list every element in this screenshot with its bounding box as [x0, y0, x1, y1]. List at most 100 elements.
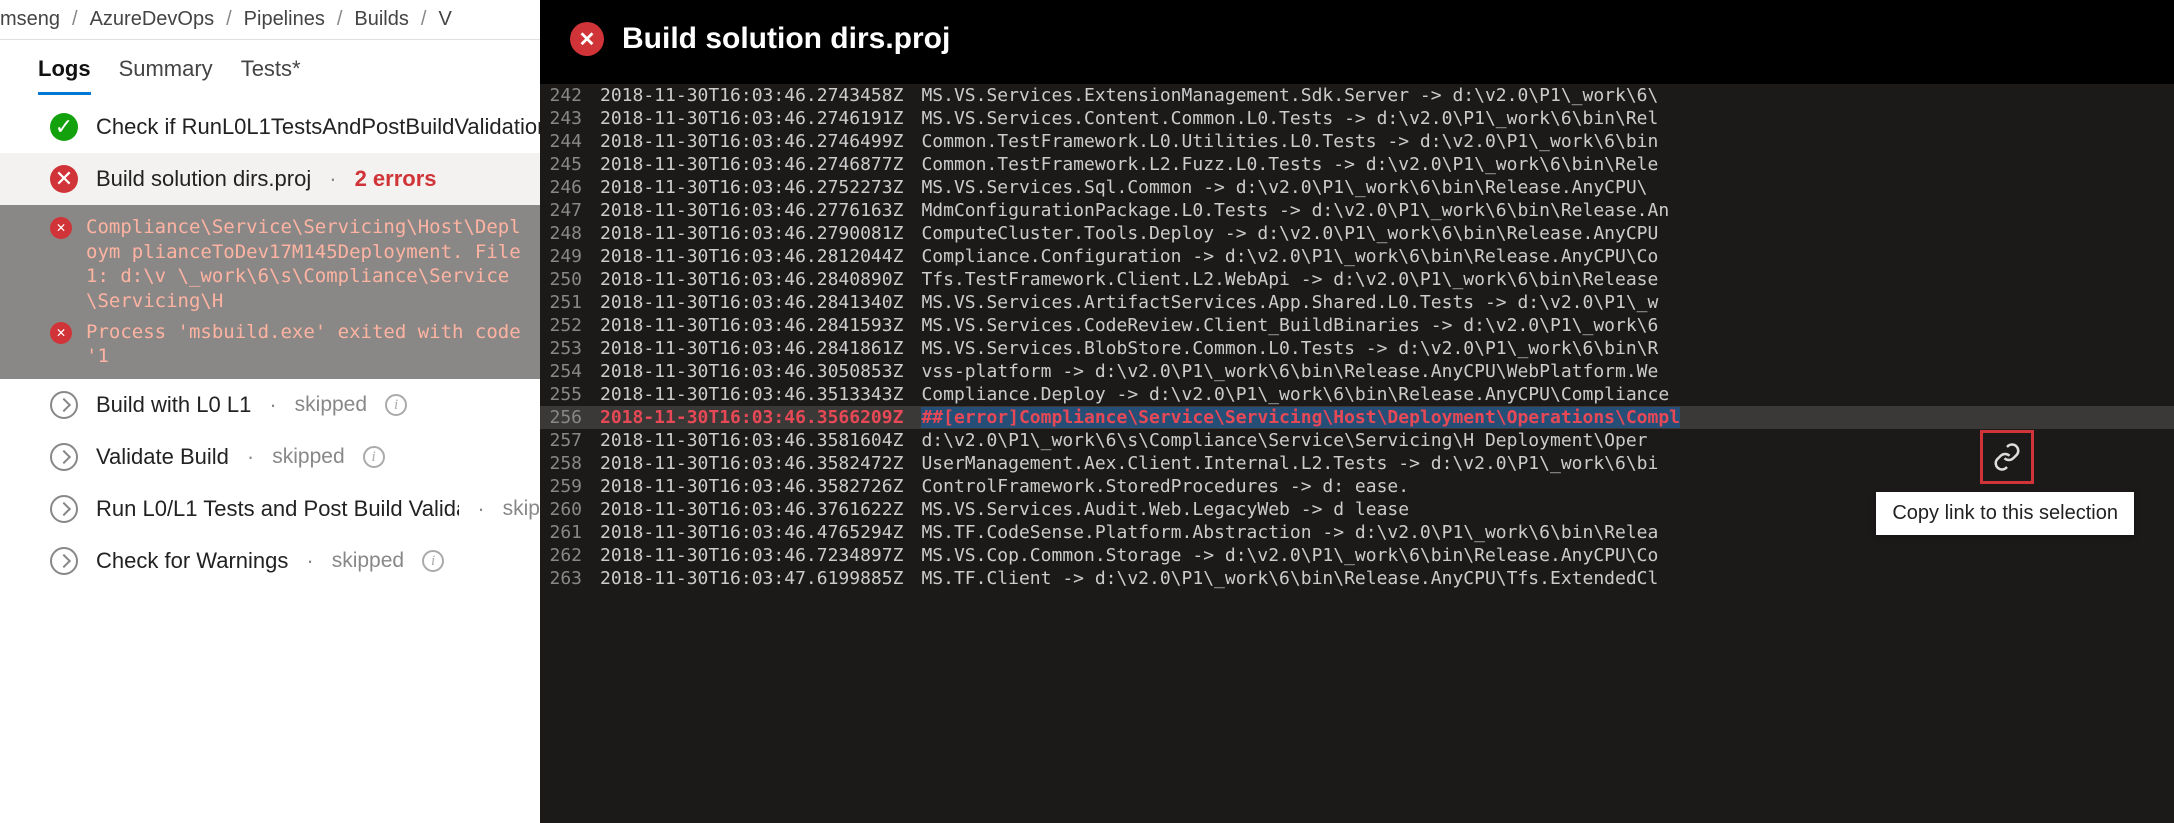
log-line[interactable]: 2582018-11-30T16:03:46.3582472ZUserManag… [540, 452, 2174, 475]
line-number: 248 [540, 222, 600, 245]
timestamp: 2018-11-30T16:03:46.2746191Z [600, 107, 921, 130]
log-line[interactable]: 2542018-11-30T16:03:46.3050853Zvss-platf… [540, 360, 2174, 383]
log-panel: ✕ Build solution dirs.proj 2422018-11-30… [540, 0, 2174, 823]
error-row[interactable]: ✕ Process 'msbuild.exe' exited with code… [50, 320, 532, 369]
error-count: 2 errors [355, 166, 437, 192]
timestamp: 2018-11-30T16:03:46.2841340Z [600, 291, 921, 314]
line-number: 259 [540, 475, 600, 498]
crumb[interactable]: Pipelines [244, 8, 325, 31]
line-number: 249 [540, 245, 600, 268]
log-message: ##[error]Compliance\Service\Servicing\Ho… [921, 406, 1680, 429]
log-line[interactable]: 2522018-11-30T16:03:46.2841593ZMS.VS.Ser… [540, 314, 2174, 337]
step-label: Run L0/L1 Tests and Post Build Validatio… [96, 496, 459, 522]
log-line[interactable]: 2562018-11-30T16:03:46.3566209Z##[error]… [540, 406, 2174, 429]
timestamp: 2018-11-30T16:03:46.3581604Z [600, 429, 921, 452]
step-validate[interactable]: Validate Build · skipped i [0, 431, 540, 483]
line-number: 256 [540, 406, 600, 429]
log-message: Tfs.TestFramework.Client.L2.WebApi -> d:… [921, 268, 1658, 291]
info-icon[interactable]: i [363, 446, 385, 468]
step-label: Check for Warnings [96, 548, 288, 574]
step-build-l0l1[interactable]: Build with L0 L1 · skipped i [0, 379, 540, 431]
chevron-right-icon [50, 443, 78, 471]
timestamp: 2018-11-30T16:03:46.4765294Z [600, 521, 921, 544]
link-icon [1992, 442, 2022, 472]
status-skipped: skipped [272, 445, 344, 469]
log-line[interactable]: 2442018-11-30T16:03:46.2746499ZCommon.Te… [540, 130, 2174, 153]
line-number: 246 [540, 176, 600, 199]
log-line[interactable]: 2482018-11-30T16:03:46.2790081ZComputeCl… [540, 222, 2174, 245]
log-line[interactable]: 2472018-11-30T16:03:46.2776163ZMdmConfig… [540, 199, 2174, 222]
log-message: Common.TestFramework.L2.Fuzz.L0.Tests ->… [921, 153, 1658, 176]
timestamp: 2018-11-30T16:03:46.3582726Z [600, 475, 921, 498]
line-number: 263 [540, 567, 600, 590]
log-line[interactable]: 2502018-11-30T16:03:46.2840890ZTfs.TestF… [540, 268, 2174, 291]
timestamp: 2018-11-30T16:03:46.2746877Z [600, 153, 921, 176]
log-message: MS.VS.Services.Content.Common.L0.Tests -… [921, 107, 1658, 130]
log-line[interactable]: 2532018-11-30T16:03:46.2841861ZMS.VS.Ser… [540, 337, 2174, 360]
step-label: Validate Build [96, 444, 229, 470]
log-line[interactable]: 2422018-11-30T16:03:46.2743458ZMS.VS.Ser… [540, 84, 2174, 107]
crumb[interactable]: Builds [354, 8, 408, 31]
step-check-warnings[interactable]: Check for Warnings · skipped i [0, 535, 540, 587]
line-number: 258 [540, 452, 600, 475]
line-number: 244 [540, 130, 600, 153]
log-message: d:\v2.0\P1\_work\6\s\Compliance\Service\… [921, 429, 1647, 452]
info-icon[interactable]: i [385, 394, 407, 416]
log-message: MS.TF.CodeSense.Platform.Abstraction -> … [921, 521, 1658, 544]
close-icon[interactable]: ✕ [570, 22, 604, 56]
error-text: Compliance\Service\Servicing\Host\Deploy… [86, 215, 532, 314]
tab-bar: Logs Summary Tests* [0, 40, 540, 95]
tab-tests[interactable]: Tests* [241, 56, 301, 95]
step-run-tests[interactable]: Run L0/L1 Tests and Post Build Validatio… [0, 483, 540, 535]
line-number: 255 [540, 383, 600, 406]
log-line[interactable]: 2492018-11-30T16:03:46.2812044ZComplianc… [540, 245, 2174, 268]
line-number: 250 [540, 268, 600, 291]
log-message: MS.VS.Services.Audit.Web.LegacyWeb -> d … [921, 498, 1409, 521]
log-line[interactable]: 2622018-11-30T16:03:46.7234897ZMS.VS.Cop… [540, 544, 2174, 567]
log-line[interactable]: 2512018-11-30T16:03:46.2841340ZMS.VS.Ser… [540, 291, 2174, 314]
timestamp: 2018-11-30T16:03:46.2752273Z [600, 176, 921, 199]
error-row[interactable]: ✕ Compliance\Service\Servicing\Host\Depl… [50, 215, 532, 314]
log-message: MdmConfigurationPackage.L0.Tests -> d:\v… [921, 199, 1669, 222]
log-message: Compliance.Deploy -> d:\v2.0\P1\_work\6\… [921, 383, 1669, 406]
tab-summary[interactable]: Summary [119, 56, 213, 95]
crumb[interactable]: V [438, 8, 451, 31]
step-label: Build solution dirs.proj [96, 166, 311, 192]
timestamp: 2018-11-30T16:03:46.2776163Z [600, 199, 921, 222]
error-icon: ✕ [50, 217, 72, 239]
line-number: 243 [540, 107, 600, 130]
log-area[interactable]: 2422018-11-30T16:03:46.2743458ZMS.VS.Ser… [540, 84, 2174, 823]
step-build-solution[interactable]: ✕ Build solution dirs.proj · 2 errors [0, 153, 540, 205]
timestamp: 2018-11-30T16:03:46.2812044Z [600, 245, 921, 268]
tab-logs[interactable]: Logs [38, 56, 91, 95]
log-line[interactable]: 2632018-11-30T16:03:47.6199885ZMS.TF.Cli… [540, 567, 2174, 590]
timestamp: 2018-11-30T16:03:46.2790081Z [600, 222, 921, 245]
info-icon[interactable]: i [422, 550, 444, 572]
left-panel: mseng/ AzureDevOps/ Pipelines/ Builds/ V… [0, 0, 540, 823]
log-message: UserManagement.Aex.Client.Internal.L2.Te… [921, 452, 1658, 475]
log-line[interactable]: 2572018-11-30T16:03:46.3581604Zd:\v2.0\P… [540, 429, 2174, 452]
crumb[interactable]: AzureDevOps [90, 8, 215, 31]
log-line[interactable]: 2552018-11-30T16:03:46.3513343ZComplianc… [540, 383, 2174, 406]
timestamp: 2018-11-30T16:03:46.2841861Z [600, 337, 921, 360]
line-number: 251 [540, 291, 600, 314]
timestamp: 2018-11-30T16:03:46.7234897Z [600, 544, 921, 567]
log-message: Common.TestFramework.L0.Utilities.L0.Tes… [921, 130, 1658, 153]
copy-link-button[interactable] [1980, 430, 2034, 484]
timestamp: 2018-11-30T16:03:46.2840890Z [600, 268, 921, 291]
log-panel-header: ✕ Build solution dirs.proj [540, 0, 2174, 78]
step-label: Build with L0 L1 [96, 392, 251, 418]
log-message: MS.VS.Services.CodeReview.Client_BuildBi… [921, 314, 1658, 337]
crumb[interactable]: mseng [0, 8, 60, 31]
log-message: MS.VS.Services.BlobStore.Common.L0.Tests… [921, 337, 1658, 360]
line-number: 254 [540, 360, 600, 383]
step-check[interactable]: ✓ Check if RunL0L1TestsAndPostBuildValid… [0, 101, 540, 153]
log-message: Compliance.Configuration -> d:\v2.0\P1\_… [921, 245, 1658, 268]
log-line[interactable]: 2432018-11-30T16:03:46.2746191ZMS.VS.Ser… [540, 107, 2174, 130]
line-number: 260 [540, 498, 600, 521]
log-line[interactable]: 2452018-11-30T16:03:46.2746877ZCommon.Te… [540, 153, 2174, 176]
line-number: 262 [540, 544, 600, 567]
line-number: 247 [540, 199, 600, 222]
log-line[interactable]: 2462018-11-30T16:03:46.2752273ZMS.VS.Ser… [540, 176, 2174, 199]
panel-title: Build solution dirs.proj [622, 22, 950, 56]
